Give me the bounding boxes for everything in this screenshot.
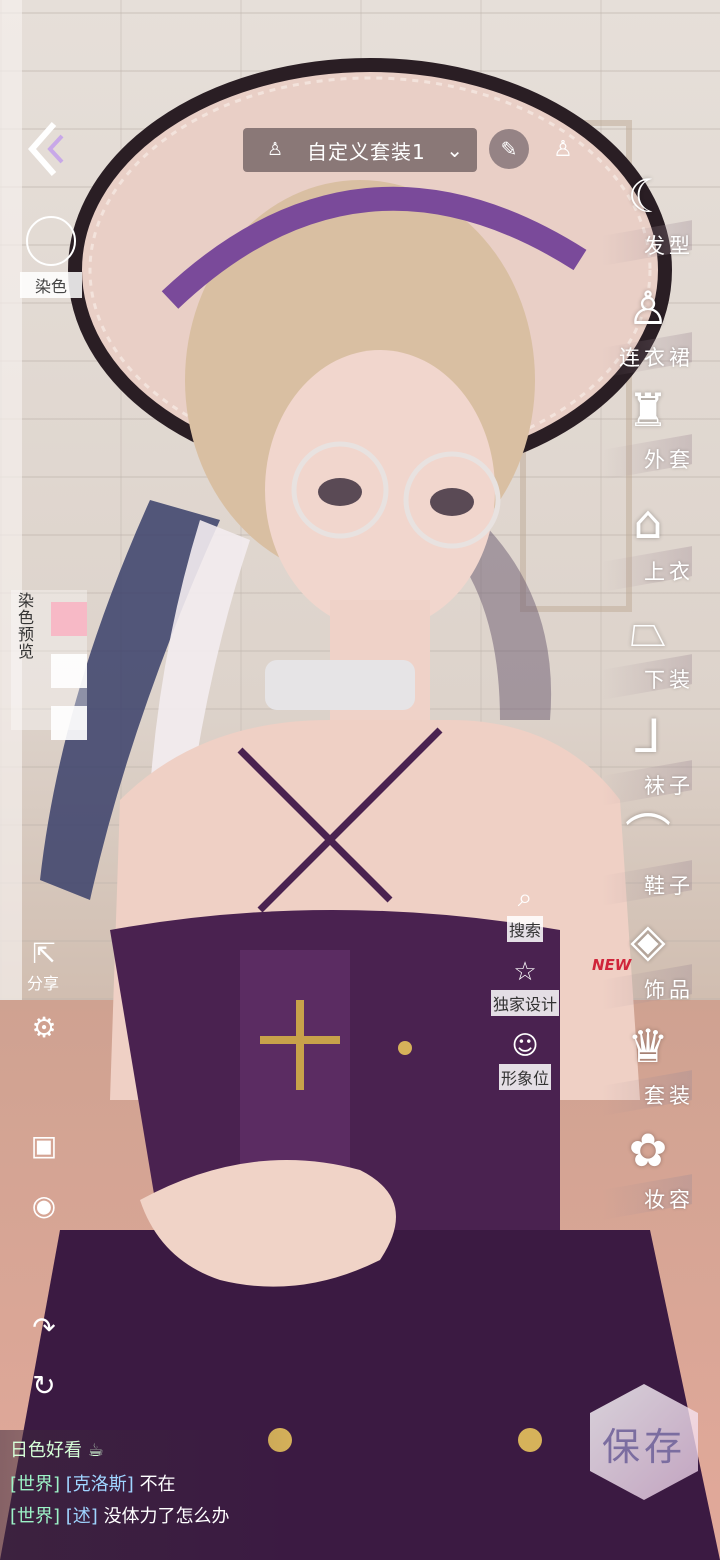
game-screen: ♙ 自定义套装1 ⌄ ✎ ♙ 染色 染色预览 ⇱ 分享 ⚙ ▣ ◉ ↷ ↻ ☾ … — [0, 0, 720, 1560]
save-button[interactable]: 保存 — [584, 1378, 704, 1506]
redo-arrow-icon[interactable]: ↷ — [26, 1310, 62, 1346]
outfit-toggle-button[interactable]: ♙ — [548, 132, 578, 168]
chat-message: [世界] [述] 没体力了怎么办 — [10, 1502, 230, 1528]
dye-button[interactable]: 染色 — [20, 216, 82, 298]
category-label: 连衣裙 — [619, 346, 694, 370]
category-shoes[interactable]: ⌒ 鞋子 — [600, 800, 720, 912]
image-slot-label: 形象位 — [498, 1064, 551, 1090]
search-button[interactable]: ⌕ 搜索 — [488, 882, 562, 942]
chat-channel: [世界] — [10, 1474, 61, 1495]
palette-icon — [26, 216, 76, 266]
dress-icon: ♙ — [627, 281, 669, 335]
dress-outline-icon: ♙ — [553, 137, 573, 162]
category-label: 下装 — [644, 668, 694, 692]
search-label: 搜索 — [506, 916, 543, 942]
chat-sender[interactable]: [述] — [66, 1506, 98, 1527]
reset-rotate-icon[interactable]: ↻ — [26, 1368, 62, 1404]
category-socks[interactable]: ⅃ 袜子 — [600, 700, 720, 812]
category-label: 妆容 — [644, 1188, 694, 1212]
category-label: 袜子 — [644, 774, 694, 798]
chat-text: 不在 — [139, 1474, 176, 1495]
exclusive-design-button[interactable]: ☆ 独家设计 — [488, 956, 562, 1016]
category-bottom[interactable]: ⏢ 下装 — [600, 594, 720, 706]
category-label: 鞋子 — [644, 874, 694, 898]
shoes-icon: ⌒ — [625, 809, 671, 863]
dye-preview-panel: 染色预览 — [11, 590, 87, 740]
dye-preview-shirt-2[interactable] — [51, 654, 87, 688]
dye-label: 染色 — [20, 272, 82, 298]
search-icon: ⌕ — [517, 883, 533, 913]
exclusive-design-label: 独家设计 — [490, 990, 559, 1016]
category-label: 发型 — [644, 234, 694, 258]
choker — [265, 660, 415, 710]
skirt-icon: ⏢ — [629, 603, 667, 657]
chat-message: [世界] [克洛斯] 不在 — [10, 1470, 176, 1496]
eye-icon[interactable]: ◉ — [26, 1188, 62, 1224]
chevron-down-icon: ⌄ — [446, 138, 463, 162]
share-label[interactable]: 分享 — [20, 970, 66, 994]
category-label: 套装 — [644, 1084, 694, 1108]
star-icon: ☆ — [513, 957, 537, 987]
category-label: 上衣 — [644, 560, 694, 584]
chat-box[interactable]: 日色好看 ☕ [世界] [克洛斯] 不在 [世界] [述] 没体力了怎么办 — [0, 1430, 300, 1560]
outfit-selector[interactable]: ♙ 自定义套装1 ⌄ — [243, 128, 477, 172]
share-icon[interactable]: ⇱ — [26, 936, 62, 972]
hair-icon: ☾ — [627, 169, 669, 223]
suit-icon: ♛ — [627, 1019, 669, 1073]
category-suit[interactable]: ♛ 套装 — [600, 1010, 720, 1122]
chevron-left-icon — [28, 122, 64, 176]
category-label: 外套 — [644, 448, 694, 472]
chat-message: 日色好看 ☕ — [10, 1440, 104, 1461]
makeup-icon: ✿ — [628, 1123, 668, 1177]
category-top[interactable]: ⌂ 上衣 — [600, 486, 720, 598]
coat-icon: ♜ — [627, 383, 669, 437]
dye-preview-shirt-3[interactable] — [51, 706, 87, 740]
pen-icon: ✎ — [500, 137, 518, 161]
save-label: 保存 — [601, 1425, 686, 1469]
edit-pen-button[interactable]: ✎ — [489, 129, 529, 169]
top-icon: ⌂ — [633, 495, 663, 549]
dye-preview-label: 染色预览 — [15, 592, 34, 660]
socks-icon: ⅃ — [635, 709, 661, 763]
emoji-icon: ☕ — [82, 1440, 104, 1461]
category-makeup[interactable]: ✿ 妆容 — [600, 1114, 720, 1226]
category-coat[interactable]: ♜ 外套 — [600, 374, 720, 486]
outfit-name: 自定义套装1 — [307, 139, 426, 164]
image-slot-button[interactable]: ☺ 形象位 — [488, 1030, 562, 1090]
dye-preview-shirt-1[interactable] — [51, 602, 87, 636]
image-icon[interactable]: ▣ — [26, 1128, 62, 1164]
chat-channel: [世界] — [10, 1506, 61, 1527]
category-hair[interactable]: ☾ 发型 — [600, 160, 720, 272]
chat-text: 没体力了怎么办 — [103, 1506, 230, 1527]
category-dress[interactable]: ♙ 连衣裙 — [600, 272, 720, 384]
profile-icon: ☺ — [511, 1031, 539, 1061]
back-button[interactable] — [24, 118, 72, 180]
new-badge: NEW — [592, 956, 632, 974]
outfit-icon: ♙ — [267, 139, 284, 160]
chat-sender[interactable]: [克洛斯] — [66, 1474, 134, 1495]
category-label: 饰品 — [644, 978, 694, 1002]
settings-gear-icon[interactable]: ⚙ — [26, 1010, 62, 1046]
